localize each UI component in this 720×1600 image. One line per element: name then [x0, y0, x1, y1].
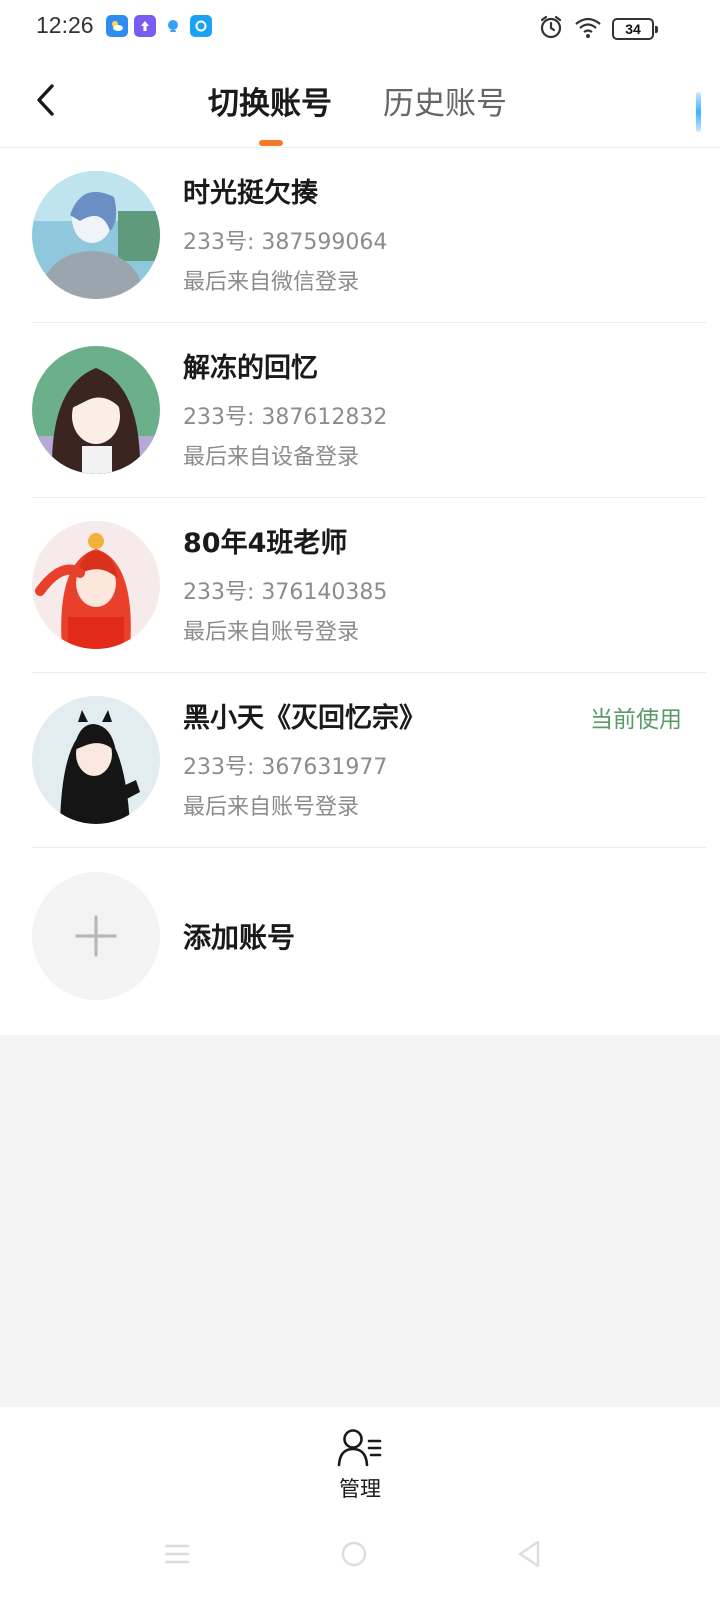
tab-history-account[interactable]: 历史账号 — [383, 78, 507, 123]
account-last-login: 最后来自账号登录 — [183, 795, 360, 820]
alarm-icon — [538, 14, 564, 44]
account-id: 233号: 367631977 — [183, 755, 388, 780]
account-row[interactable]: 80年4班老师 233号: 376140385 最后来自账号登录 — [0, 498, 720, 673]
add-account-label: 添加账号 — [183, 921, 296, 954]
account-id: 233号: 387599064 — [183, 230, 388, 255]
user-list-icon — [337, 1429, 382, 1467]
system-navigation-bar — [0, 1527, 720, 1587]
assistant-app-icon — [162, 15, 184, 37]
avatar — [32, 696, 160, 824]
account-row[interactable]: 时光挺欠揍 233号: 387599064 最后来自微信登录 — [0, 148, 720, 323]
add-account-button[interactable] — [32, 872, 160, 1000]
back-button[interactable] — [22, 74, 70, 126]
blue-app-icon — [190, 15, 212, 37]
plus-icon — [75, 915, 117, 957]
account-name: 时光挺欠揍 — [183, 178, 318, 209]
home-icon[interactable] — [340, 1540, 368, 1572]
status-right-group: 34 — [538, 14, 658, 44]
account-last-login: 最后来自账号登录 — [183, 620, 360, 645]
add-account-row[interactable]: 添加账号 — [0, 848, 720, 1023]
chevron-left-icon — [37, 84, 54, 116]
avatar — [32, 171, 160, 299]
upload-app-icon — [134, 15, 156, 37]
edge-light-indicator — [696, 92, 701, 132]
account-row-current[interactable]: 黑小天《灭回忆宗》 当前使用 233号: 367631977 最后来自账号登录 — [0, 673, 720, 848]
back-triangle-icon[interactable] — [516, 1539, 542, 1573]
battery-level: 34 — [625, 21, 641, 37]
account-row[interactable]: 解冻的回忆 233号: 387612832 最后来自设备登录 — [0, 323, 720, 498]
account-id: 233号: 376140385 — [183, 580, 388, 605]
account-name: 黑小天《灭回忆宗》 — [183, 703, 426, 734]
account-last-login: 最后来自微信登录 — [183, 270, 360, 295]
account-list: 时光挺欠揍 233号: 387599064 最后来自微信登录 解冻的回忆 233… — [0, 148, 720, 1023]
battery-icon: 34 — [612, 18, 658, 40]
account-last-login: 最后来自设备登录 — [183, 445, 360, 470]
account-id: 233号: 387612832 — [183, 405, 388, 430]
notification-icons — [106, 15, 212, 37]
wifi-icon — [574, 15, 602, 43]
current-in-use-badge: 当前使用 — [590, 707, 682, 733]
account-name: 解冻的回忆 — [183, 353, 318, 384]
active-tab-indicator — [259, 140, 283, 146]
status-time: 12:26 — [36, 12, 94, 38]
header: 切换账号 历史账号 — [0, 56, 720, 148]
status-bar: 12:26 34 — [0, 0, 720, 56]
manage-label: 管理 — [339, 1477, 381, 1501]
manage-button[interactable]: 管理 — [320, 1427, 400, 1507]
bottom-bar: 管理 — [0, 1407, 720, 1600]
weather-icon — [106, 15, 128, 37]
avatar — [32, 346, 160, 474]
menu-icon[interactable] — [164, 1543, 190, 1569]
avatar — [32, 521, 160, 649]
tab-switch-account[interactable]: 切换账号 — [208, 78, 332, 123]
account-name: 80年4班老师 — [183, 528, 348, 559]
